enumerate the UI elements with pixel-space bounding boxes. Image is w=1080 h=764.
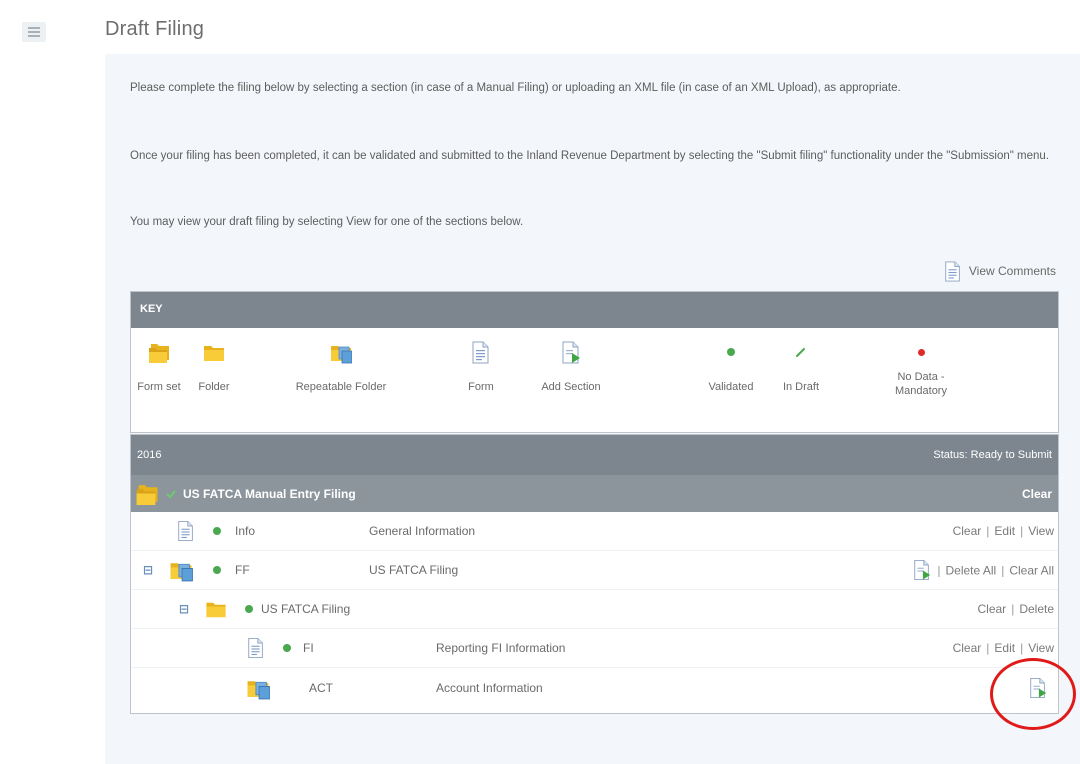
key-item-validated: Validated xyxy=(701,340,761,394)
section-code: US FATCA Filing xyxy=(261,602,351,616)
key-label: Validated xyxy=(708,381,754,393)
section-code: FI xyxy=(303,641,314,655)
edit-link[interactable]: Edit xyxy=(994,641,1015,655)
validated-icon xyxy=(727,348,735,356)
check-icon xyxy=(166,489,176,498)
draft-filing-panel: Please complete the filing below by sele… xyxy=(105,54,1080,764)
row-actions: Clear | Delete xyxy=(977,602,1055,616)
key-item-form: Form xyxy=(461,340,501,394)
key-item-form-set: Form set xyxy=(135,340,183,394)
section-code: Info xyxy=(235,524,256,538)
repeatable-folder-icon xyxy=(330,345,352,363)
highlight-annotation-circle xyxy=(990,658,1076,730)
validated-icon xyxy=(245,605,253,613)
key-label: Add Section xyxy=(541,381,601,393)
key-legend: KEY Form set Folder Repeatable Folder Fo… xyxy=(130,291,1059,433)
key-item-repeatable-folder: Repeatable Folder xyxy=(281,340,401,394)
view-link[interactable]: View xyxy=(1028,641,1054,655)
clear-link[interactable]: Clear xyxy=(953,524,982,538)
tree-row-act: ACT Account Information xyxy=(131,668,1058,707)
key-item-add-section: Add Section xyxy=(526,340,616,394)
page-title: Draft Filing xyxy=(105,18,205,40)
row-actions: | Delete All | Clear All xyxy=(912,559,1054,582)
hamburger-line xyxy=(28,35,40,37)
tree-row-fi: FI Reporting FI Information Clear | Edit | V… xyxy=(131,629,1058,668)
view-link[interactable]: View xyxy=(1028,524,1054,538)
section-name: Account Information xyxy=(436,680,543,695)
key-label: Form set xyxy=(137,381,181,393)
key-title: KEY xyxy=(131,292,1058,328)
folder-icon xyxy=(204,345,224,361)
repeatable-folder-icon xyxy=(247,680,270,699)
clear-link[interactable]: Clear xyxy=(978,602,1007,616)
row-actions: Clear | Edit | View xyxy=(952,524,1054,538)
section-code: ACT xyxy=(309,680,333,695)
form-set-icon xyxy=(149,343,169,363)
view-comments-label: View Comments xyxy=(968,264,1056,278)
form-icon xyxy=(248,637,263,659)
section-name: General Information xyxy=(369,524,476,538)
filing-header-bar: US FATCA Manual Entry Filing Clear xyxy=(131,475,1058,512)
add-section-icon[interactable] xyxy=(912,559,932,582)
view-comments-link[interactable]: View Comments xyxy=(943,259,1056,283)
key-label: Form xyxy=(468,381,494,393)
filing-title: US FATCA Manual Entry Filing xyxy=(183,486,356,501)
collapse-toggle-icon[interactable]: ⊟ xyxy=(179,602,189,616)
validated-icon xyxy=(213,527,221,535)
key-label: In Draft xyxy=(782,381,820,393)
no-data-mandatory-icon xyxy=(917,348,925,356)
form-set-icon xyxy=(136,484,158,505)
clear-filing-link[interactable]: Clear xyxy=(1022,487,1052,501)
delete-all-link[interactable]: Delete All xyxy=(945,563,996,577)
filing-tree: 2016 Status: Ready to Submit US FATCA Ma… xyxy=(130,434,1059,714)
edit-link[interactable]: Edit xyxy=(994,524,1015,538)
form-icon xyxy=(178,520,193,542)
delete-link[interactable]: Delete xyxy=(1019,602,1054,616)
key-label: No Data - Mandatory xyxy=(895,371,947,397)
hamburger-line xyxy=(28,31,40,33)
intro-paragraph: You may view your draft filing by select… xyxy=(130,216,524,228)
menu-toggle-button[interactable] xyxy=(22,22,46,42)
key-label: Repeatable Folder xyxy=(295,381,387,393)
key-item-in-draft: In Draft xyxy=(771,340,831,394)
comments-document-icon xyxy=(945,261,960,281)
validated-icon xyxy=(213,566,221,574)
collapse-toggle-icon[interactable]: ⊟ xyxy=(143,563,153,577)
key-item-no-data-mandatory: No Data - Mandatory xyxy=(886,340,956,398)
tree-row-ff: ⊟ FF US FATCA Filing | Delete All | Clear A… xyxy=(131,551,1058,590)
year-label: 2016 xyxy=(137,449,162,461)
add-section-icon xyxy=(562,341,581,363)
form-icon xyxy=(472,341,489,363)
clear-all-link[interactable]: Clear All xyxy=(1009,563,1054,577)
key-label: Folder xyxy=(198,381,230,393)
key-item-folder: Folder xyxy=(189,340,239,394)
filing-status: Status: Ready to Submit xyxy=(933,449,1052,461)
tree-row-us-fatca-filing: ⊟ US FATCA Filing Clear | Delete xyxy=(131,590,1058,629)
section-name: US FATCA Filing xyxy=(369,563,459,577)
intro-paragraph: Please complete the filing below by sele… xyxy=(130,82,901,94)
validated-icon xyxy=(283,644,291,652)
tree-row-info: Info General Information Clear | Edit | View xyxy=(131,512,1058,551)
row-actions: Clear | Edit | View xyxy=(952,641,1054,655)
hamburger-line xyxy=(28,27,40,29)
folder-icon xyxy=(206,602,226,618)
section-name: Reporting FI Information xyxy=(436,641,566,655)
intro-paragraph: Once your filing has been completed, it … xyxy=(130,150,1049,162)
in-draft-icon xyxy=(796,348,805,357)
year-bar: 2016 Status: Ready to Submit xyxy=(131,435,1058,475)
clear-link[interactable]: Clear xyxy=(953,641,982,655)
section-code: FF xyxy=(235,563,250,577)
repeatable-folder-icon xyxy=(170,562,193,582)
